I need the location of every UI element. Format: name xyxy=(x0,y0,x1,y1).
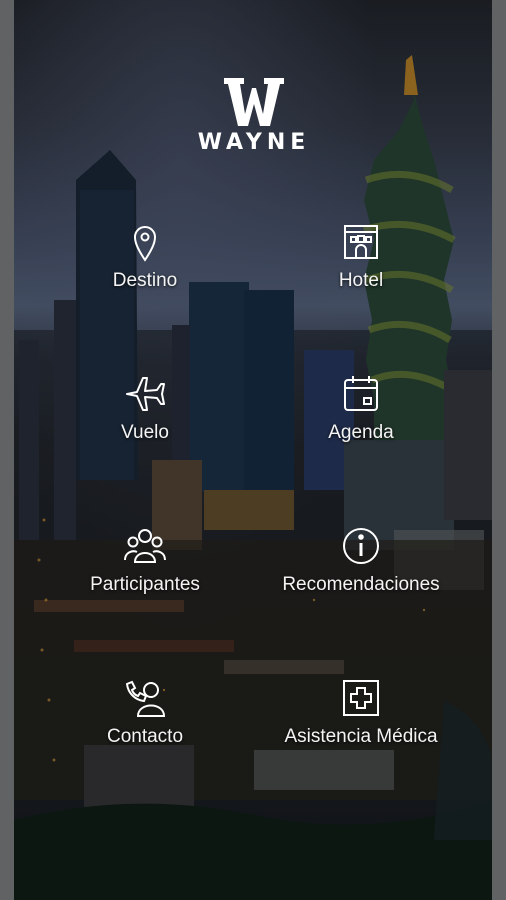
airplane-icon xyxy=(126,377,165,411)
medical-cross-icon xyxy=(343,680,379,716)
group-people-icon xyxy=(124,529,166,563)
menu-item-label: Contacto xyxy=(106,726,184,747)
hotel-building-icon xyxy=(344,225,378,259)
phone-person-icon xyxy=(125,680,166,717)
menu-item-label: Participantes xyxy=(90,574,200,595)
menu-item-participantes[interactable]: Participantes xyxy=(45,524,245,596)
menu-item-label: Asistencia Médica xyxy=(284,726,438,747)
menu-item-asistencia-medica[interactable]: Asistencia Médica xyxy=(261,676,461,748)
wayne-logo-mark-icon xyxy=(224,78,284,126)
menu-item-label: Recomendaciones xyxy=(282,574,440,595)
menu-item-label: Destino xyxy=(112,270,178,291)
menu-item-label: Hotel xyxy=(338,270,384,291)
menu-item-label: Vuelo xyxy=(121,422,169,443)
calendar-icon xyxy=(344,376,378,411)
menu-item-vuelo[interactable]: Vuelo xyxy=(45,372,245,444)
menu-item-hotel[interactable]: Hotel xyxy=(261,220,461,292)
menu-item-destino[interactable]: Destino xyxy=(45,220,245,292)
brand-logo: WAYNE xyxy=(179,76,329,156)
menu-item-contacto[interactable]: Contacto xyxy=(45,676,245,748)
menu-item-agenda[interactable]: Agenda xyxy=(261,372,461,444)
app-screen: WAYNE Destino Hotel Vuelo Agenda Partici… xyxy=(14,0,492,900)
menu-item-label: Agenda xyxy=(328,422,394,443)
menu-item-recomendaciones[interactable]: Recomendaciones xyxy=(261,524,461,596)
map-pin-icon xyxy=(133,226,157,262)
brand-name: WAYNE xyxy=(197,130,311,155)
info-circle-icon xyxy=(343,528,379,564)
